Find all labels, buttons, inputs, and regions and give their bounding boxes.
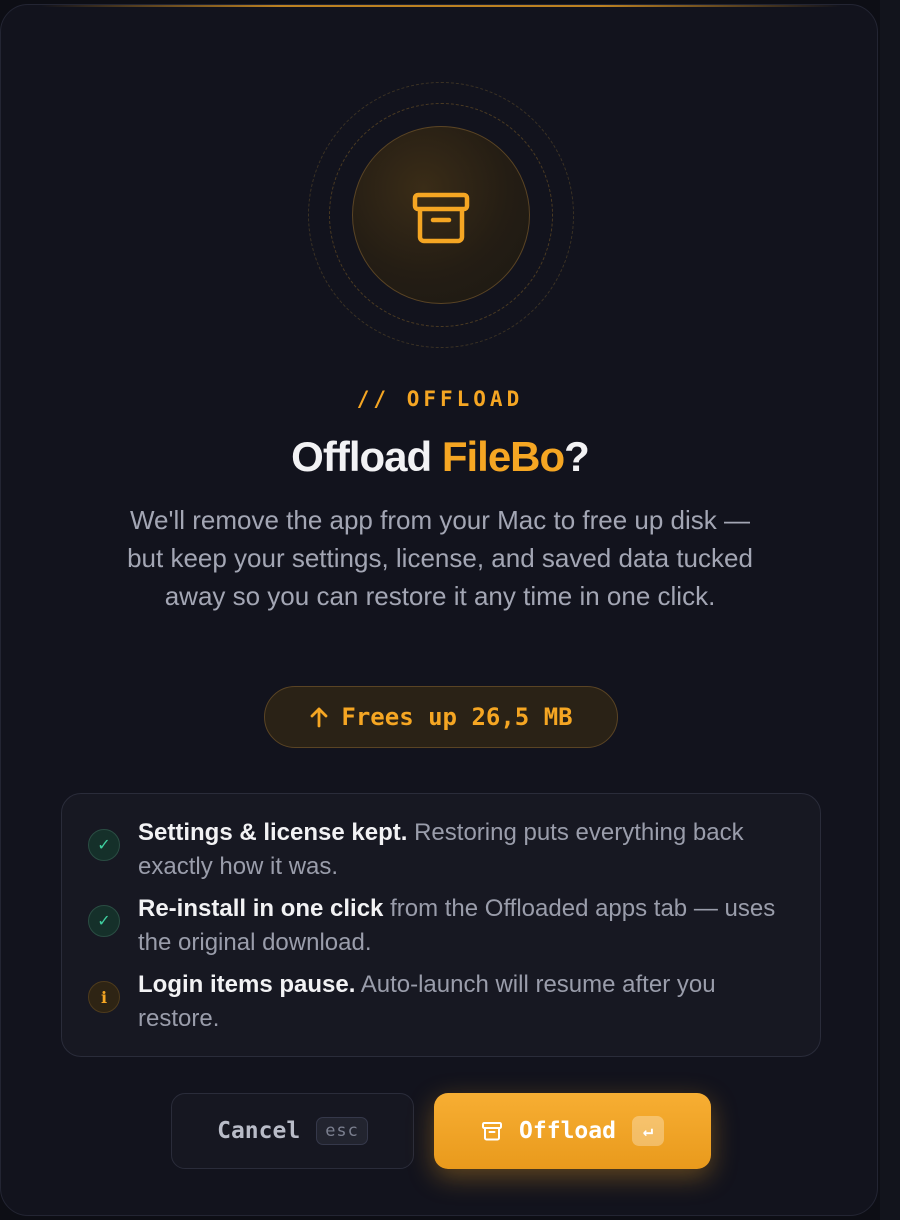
note-text: Re-install in one click from the Offload…	[138, 892, 788, 960]
note-settings-kept: ✓ Settings & license kept. Restoring put…	[88, 816, 788, 884]
app-name: FileBo	[441, 433, 565, 480]
frees-up-label: Frees up 26,5 MB	[341, 703, 573, 731]
info-icon: i	[88, 981, 120, 1013]
cancel-label: Cancel	[217, 1118, 301, 1144]
title-suffix: ?	[564, 433, 590, 480]
frees-up-badge: Frees up 26,5 MB	[264, 686, 618, 748]
note-bold: Re-install in one click	[138, 895, 384, 922]
dialog-eyebrow: // OFFLOAD	[356, 387, 524, 411]
note-bold: Login items pause.	[138, 971, 356, 998]
archive-box-icon	[412, 192, 470, 244]
note-reinstall: ✓ Re-install in one click from the Offlo…	[88, 892, 788, 960]
note-text: Settings & license kept. Restoring puts …	[138, 816, 788, 884]
check-icon: ✓	[88, 829, 120, 861]
offload-button[interactable]: Offload ↵	[434, 1093, 711, 1169]
cancel-button[interactable]: Cancel esc	[171, 1093, 414, 1169]
esc-shortcut-hint: esc	[316, 1117, 368, 1145]
archive-icon	[482, 1122, 503, 1141]
arrow-up-icon	[311, 707, 328, 728]
dialog-top-glow	[41, 5, 841, 7]
note-login-items: i Login items pause. Auto-launch will re…	[88, 968, 788, 1036]
dialog-title: Offload FileBo?	[1, 433, 877, 481]
dialog-description: We'll remove the app from your Mac to fr…	[127, 505, 753, 611]
return-key-icon: ↵	[631, 1116, 664, 1146]
background-app-tile	[880, 0, 900, 1220]
check-icon: ✓	[88, 905, 120, 937]
title-prefix: Offload	[291, 433, 442, 480]
offload-label: Offload	[519, 1118, 616, 1144]
note-bold: Settings & license kept.	[138, 819, 408, 846]
notes-card: ✓ Settings & license kept. Restoring put…	[61, 793, 821, 1057]
offload-dialog: // OFFLOAD Offload FileBo? We'll remove …	[0, 4, 878, 1216]
note-text: Login items pause. Auto-launch will resu…	[138, 968, 788, 1036]
